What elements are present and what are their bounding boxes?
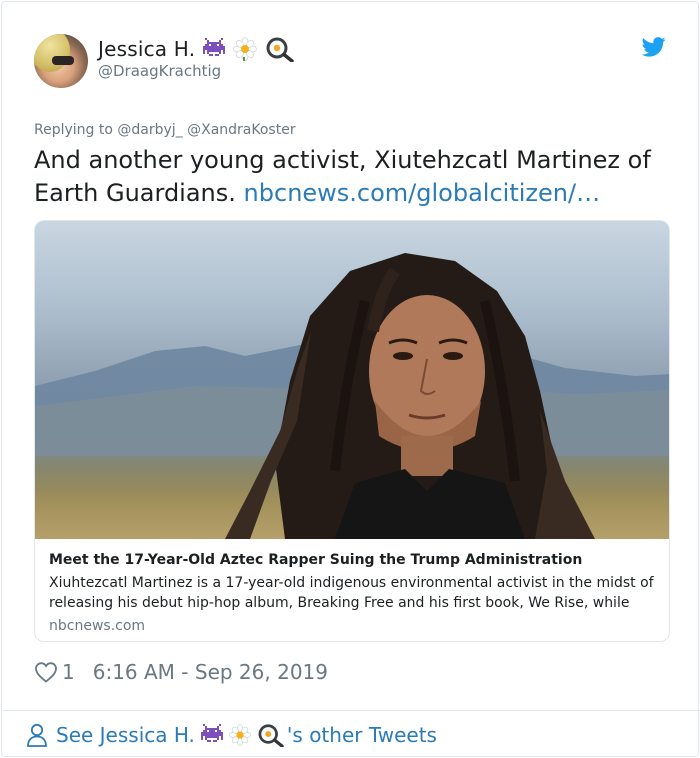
tweet-stats: 1 6:16 AM - Sep 26, 2019	[34, 658, 328, 686]
person-icon	[27, 723, 47, 747]
reply-context[interactable]: Replying to @darbyj_ @XandraKoster	[34, 122, 296, 138]
author-display-name[interactable]: Jessica H.	[98, 37, 195, 61]
heart-icon[interactable]	[34, 661, 58, 683]
link-preview-description: Xiuhtezcatl Martinez is a 17-year-old in…	[49, 575, 654, 611]
see-other-tweets-prefix: See Jessica H.	[56, 723, 195, 747]
like-count[interactable]: 1	[62, 660, 75, 684]
author-handle[interactable]: @DraagKrachtig	[98, 62, 221, 80]
avatar-glasses	[52, 56, 74, 65]
tweet-timestamp[interactable]: 6:16 AM - Sep 26, 2019	[93, 660, 328, 684]
see-other-tweets-suffix: 's other Tweets	[286, 723, 437, 747]
see-other-tweets-link[interactable]: See Jessica H. 's other Tweets	[26, 720, 437, 750]
tweet-card: Jessica H. @DraagKrachtig Replying to @d…	[1, 1, 700, 757]
fried-egg-icon	[258, 724, 284, 747]
link-preview-card[interactable]: Meet the 17-Year-Old Aztec Rapper Suing …	[34, 220, 670, 642]
fried-egg-icon	[266, 37, 295, 62]
link-preview-meta: Meet the 17-Year-Old Aztec Rapper Suing …	[35, 539, 669, 641]
author-name-row[interactable]: Jessica H.	[98, 34, 295, 64]
alien-monster-icon	[203, 38, 226, 56]
daisy-icon	[229, 724, 251, 746]
daisy-icon	[233, 37, 258, 61]
twitter-bird-icon[interactable]	[642, 36, 666, 58]
link-preview-domain: nbcnews.com	[49, 618, 146, 634]
tweet-link[interactable]: nbcnews.com/globalcitizen/…	[244, 179, 601, 207]
alien-monster-icon	[200, 724, 223, 742]
link-preview-image	[35, 221, 669, 539]
avatar-hair	[34, 34, 70, 72]
footer-divider	[3, 710, 700, 711]
link-preview-title[interactable]: Meet the 17-Year-Old Aztec Rapper Suing …	[49, 551, 655, 569]
tweet-text: And another young activist, Xiutehzcatl …	[34, 144, 674, 210]
avatar[interactable]	[34, 34, 88, 88]
